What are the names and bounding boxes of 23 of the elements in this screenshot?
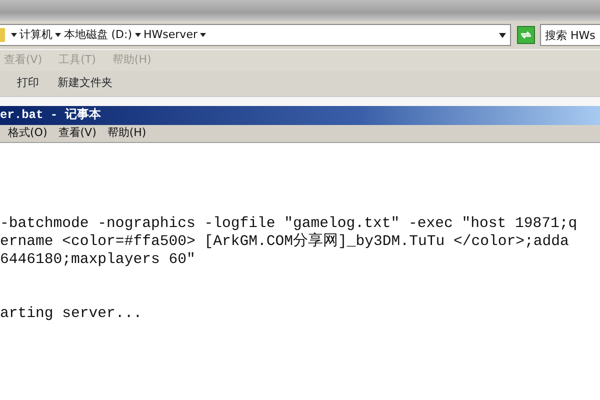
address-bar[interactable]: 计算机 本地磁盘 (D:) HWserver [0,24,512,46]
chevron-icon[interactable] [55,32,61,38]
dropdown-icon[interactable] [499,32,506,38]
refresh-button[interactable] [516,26,534,44]
toolbar-button[interactable]: 新建文件夹 [56,74,114,93]
text-line: 6446180;maxplayers 60" [0,251,196,269]
chevron-icon[interactable] [10,32,16,38]
window-title: er.bat - 记事本 [0,106,600,125]
breadcrumb-segment[interactable]: HWserver [144,26,198,44]
breadcrumb-segment[interactable]: 本地磁盘 (D:) [64,26,132,44]
menu-item[interactable]: 查看(V) [58,125,96,142]
folder-icon [0,28,5,42]
text-line: arting server... [0,305,144,323]
arrows-icon [520,30,532,40]
chevron-icon[interactable] [134,32,141,38]
menu-item[interactable]: 格式(O) [8,125,48,142]
search-field[interactable]: 搜索 HWs [540,24,600,46]
chevron-icon[interactable] [200,32,206,38]
breadcrumb-segment[interactable]: 计算机 [19,26,52,44]
text-line: ername <color=#ffa500> [ArkGM.COM分享网]_by3DM.TuTu </color>;adda [0,233,570,251]
menu-item[interactable]: 帮助(H) [107,125,146,142]
toolbar-button[interactable]: 打印 [16,74,40,93]
text-line: -batchmode -nographics -logfile "gamelog.txt" -exec "host 19871;q [0,215,578,232]
